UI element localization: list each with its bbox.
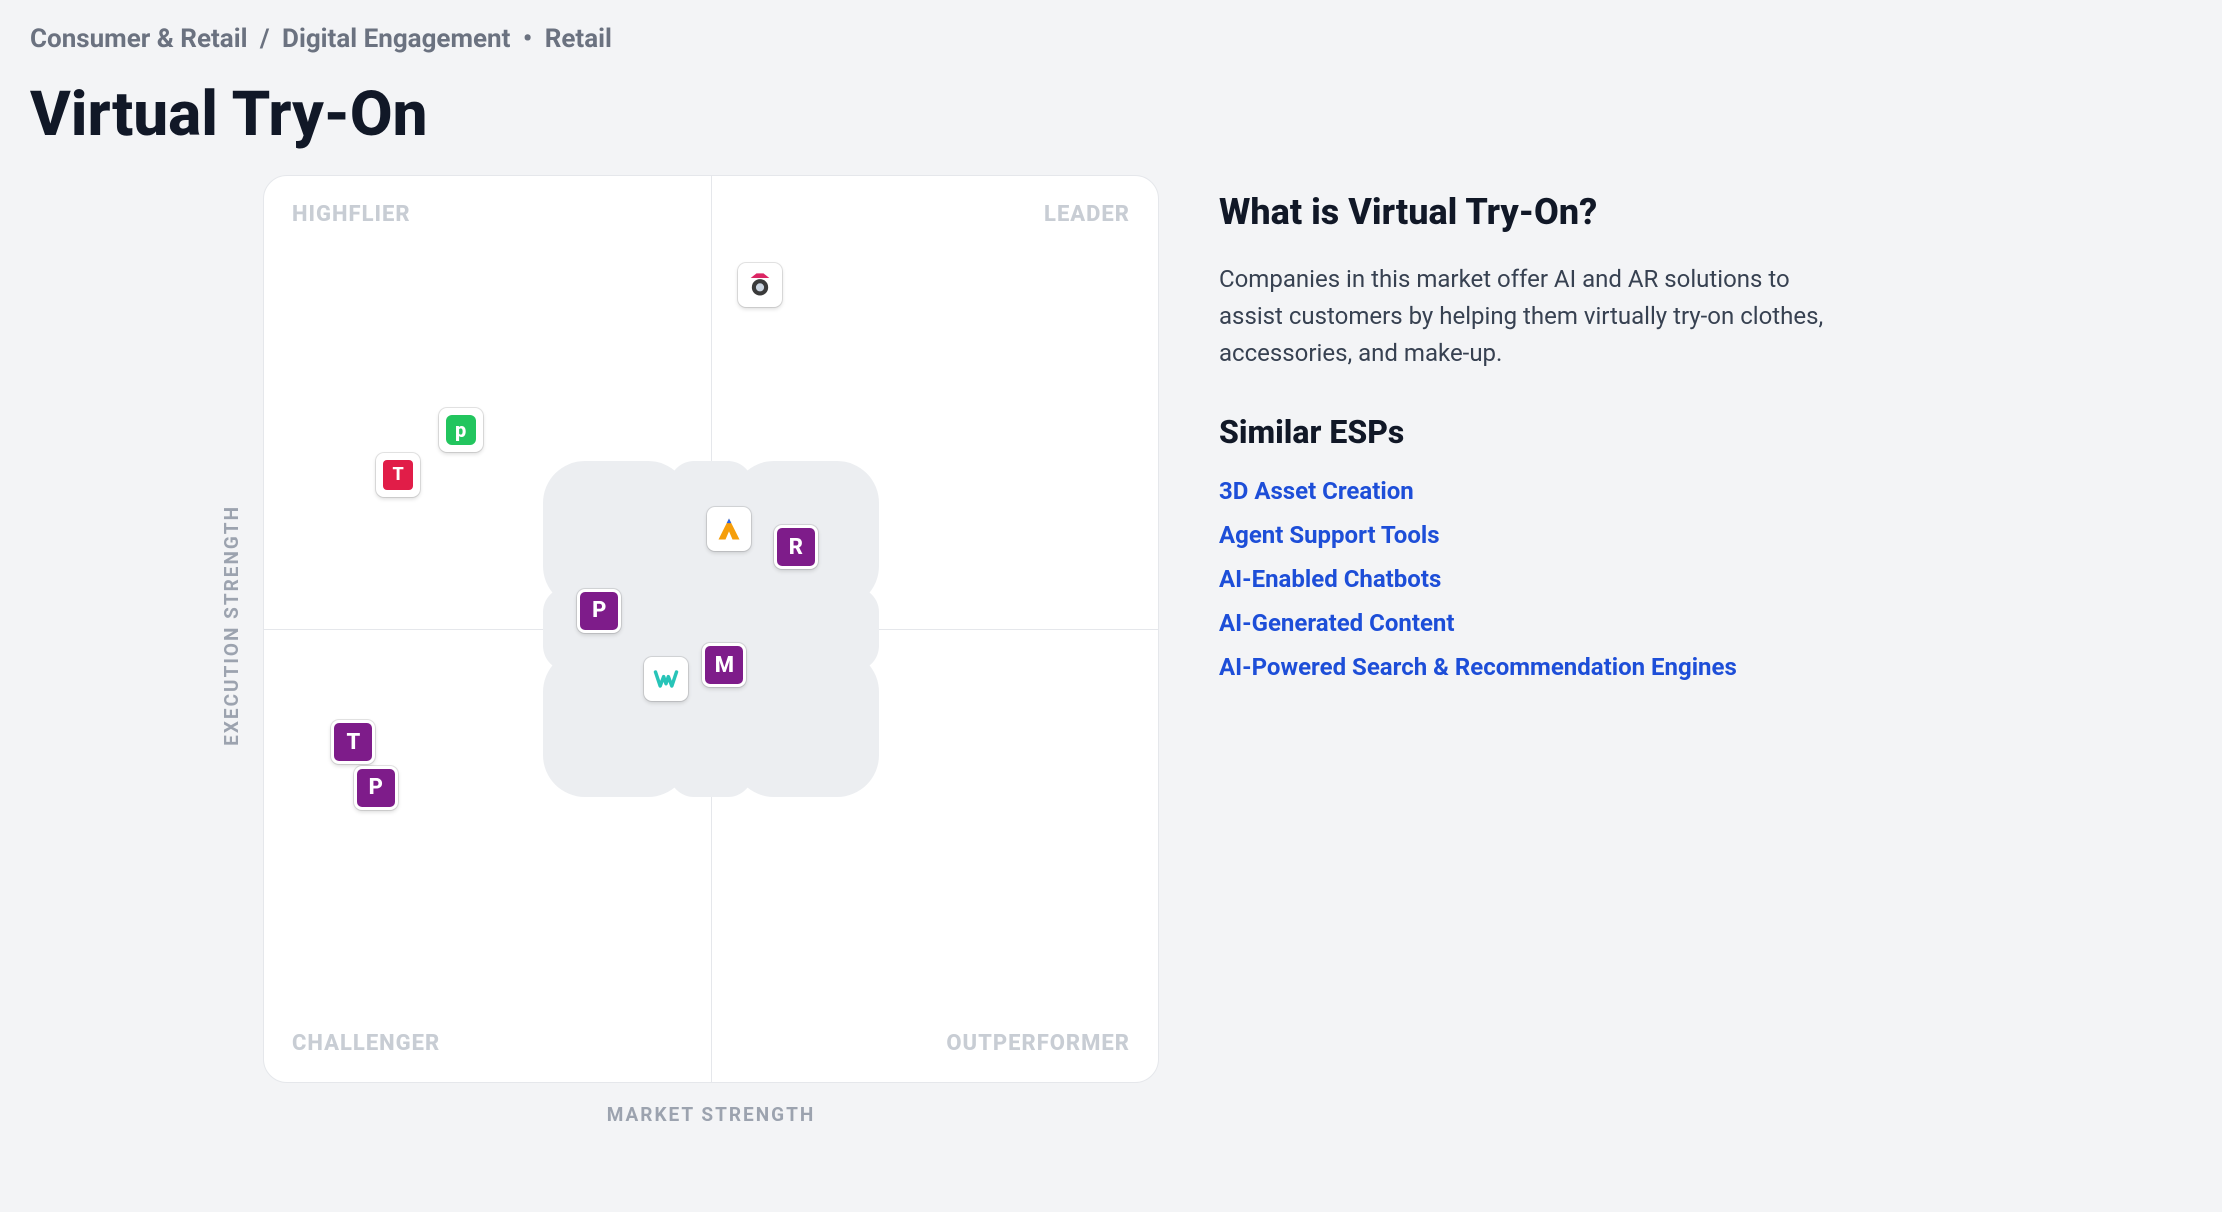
chart-plot-area: HIGHFLIER LEADER CHALLENGER OUTPERFORMER	[263, 175, 1159, 1083]
x-axis-label: MARKET STRENGTH	[263, 1103, 1159, 1126]
chart-point-label: P	[369, 775, 383, 800]
chart-point-logo-icon	[746, 271, 774, 299]
similar-esp-item: AI-Generated Content	[1219, 601, 1859, 645]
similar-esp-item: AI-Powered Search & Recommendation Engin…	[1219, 645, 1859, 689]
similar-esp-item: AI-Enabled Chatbots	[1219, 557, 1859, 601]
page-title: Virtual Try-On	[30, 78, 2192, 151]
chart-point-company-a-logo[interactable]	[707, 507, 751, 551]
chart-point-company-p-green[interactable]: p	[439, 408, 483, 452]
chart-point-company-t2[interactable]: T	[331, 720, 375, 764]
quadrant-chart: EXECUTION STRENGTH HIGHFLIER LEADER CHAL…	[220, 175, 1159, 1126]
breadcrumb-dot: •	[516, 24, 538, 54]
chart-point-logo-icon	[652, 665, 680, 693]
chart-point-label: M	[715, 653, 734, 678]
chart-point-company-p2[interactable]: P	[354, 766, 398, 810]
similar-esp-list: 3D Asset CreationAgent Support ToolsAI-E…	[1219, 469, 1859, 689]
similar-esp-link[interactable]: Agent Support Tools	[1219, 513, 1440, 557]
chart-point-label: P	[592, 598, 606, 623]
watermark-icon	[501, 419, 921, 839]
similar-esp-item: Agent Support Tools	[1219, 513, 1859, 557]
similar-esp-link[interactable]: 3D Asset Creation	[1219, 469, 1414, 513]
quadrant-label-challenger: CHALLENGER	[292, 1031, 440, 1056]
similar-esp-link[interactable]: AI-Powered Search & Recommendation Engin…	[1219, 645, 1737, 689]
chart-point-company-1-camera-logo[interactable]	[738, 263, 782, 307]
chart-point-label: T	[383, 460, 413, 490]
about-heading: What is Virtual Try-On?	[1219, 191, 1859, 233]
breadcrumb-slash: /	[253, 24, 276, 54]
chart-point-company-r[interactable]: R	[774, 525, 818, 569]
info-panel: What is Virtual Try-On? Companies in thi…	[1219, 175, 1859, 1126]
similar-heading: Similar ESPs	[1219, 413, 1859, 451]
chart-point-company-w-logo[interactable]	[644, 657, 688, 701]
quadrant-label-outperformer: OUTPERFORMER	[946, 1031, 1130, 1056]
breadcrumb-category[interactable]: Consumer & Retail	[30, 24, 247, 54]
breadcrumb: Consumer & Retail / Digital Engagement •…	[30, 24, 2192, 54]
quadrant-label-leader: LEADER	[1044, 202, 1130, 227]
similar-esp-link[interactable]: AI-Generated Content	[1219, 601, 1455, 645]
quadrant-label-highflier: HIGHFLIER	[292, 202, 411, 227]
about-body: Companies in this market offer AI and AR…	[1219, 261, 1859, 373]
chart-point-label: T	[347, 730, 361, 755]
chart-point-company-m[interactable]: M	[702, 643, 746, 687]
breadcrumb-tag[interactable]: Retail	[545, 24, 612, 54]
chart-point-label: R	[789, 535, 803, 560]
chart-point-company-t-red[interactable]: T	[376, 453, 420, 497]
chart-point-logo-icon	[715, 515, 743, 543]
similar-esp-item: 3D Asset Creation	[1219, 469, 1859, 513]
similar-esp-link[interactable]: AI-Enabled Chatbots	[1219, 557, 1441, 601]
chart-point-label: p	[446, 415, 476, 445]
chart-point-company-p1[interactable]: P	[577, 589, 621, 633]
y-axis-label: EXECUTION STRENGTH	[220, 505, 243, 746]
breadcrumb-subcategory[interactable]: Digital Engagement	[282, 24, 510, 54]
